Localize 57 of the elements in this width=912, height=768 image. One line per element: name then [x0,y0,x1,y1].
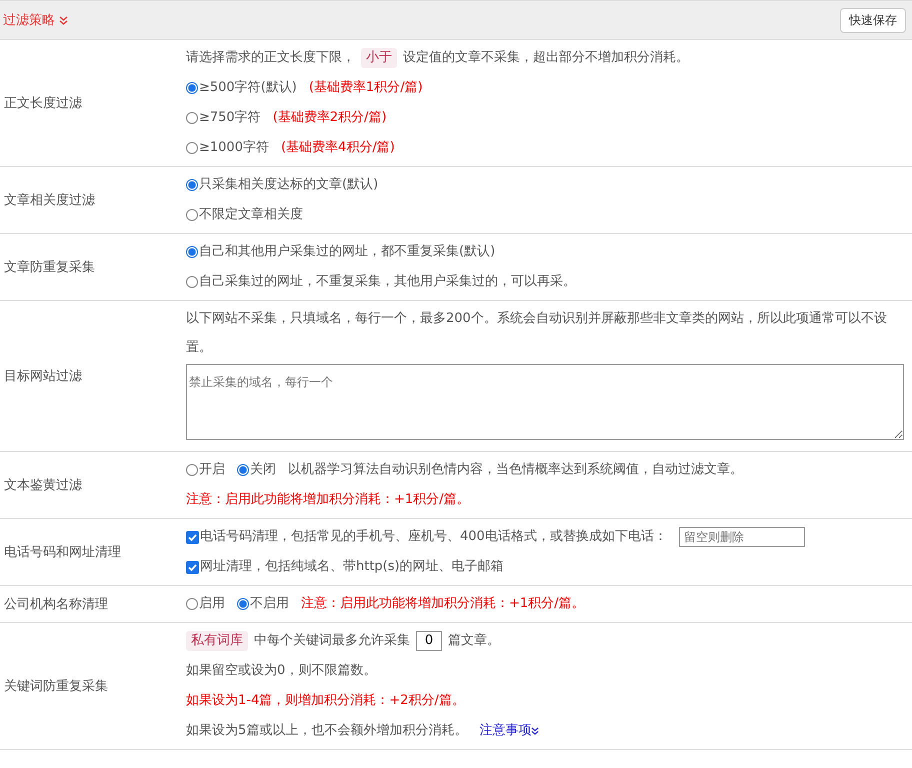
description-text: 以机器学习算法自动识别色情内容，当色情概率达到系统阈值，自动过滤文章。 [288,461,743,479]
radio-label[interactable]: ≥1000字符 [199,133,269,163]
description-text: 篇文章。 [448,632,500,650]
description-text: 设定值的文章不采集，超出部分不增加积分消耗。 [403,49,689,67]
row-label: 关键词防重复采集 [4,678,108,695]
description-text: 如果留空或设为0，则不限篇数。 [186,662,376,680]
radio-button[interactable] [186,112,198,124]
radio-label[interactable]: 自己采集过的网址，不重复采集，其他用户采集过的，可以再采。 [199,267,576,297]
section-title[interactable]: 过滤策略 [3,11,55,29]
radio-button[interactable] [186,179,198,191]
radio-button[interactable] [237,464,249,476]
quick-save-button[interactable]: 快速保存 [840,8,906,32]
radio-label[interactable]: 开启 [199,455,225,485]
row-label: 正文长度过滤 [4,95,82,112]
checkbox[interactable] [186,560,199,574]
row-label: 电话号码和网址清理 [4,544,121,561]
description-text: 以下网站不采集，只填域名，每行一个，最多200个。系统会自动识别并屏蔽那些非文章类的网站，所以此项通常可以不设置。 [186,310,888,357]
note-text: 注意：启用此功能将增加积分消耗：+1积分/篇。 [301,595,585,613]
note-text: (基础费率2积分/篇) [272,109,387,127]
description-text: 请选择需求的正文长度下限， [186,49,355,67]
description-text: 如果设为5篇或以上，也不会额外增加积分消耗。 [186,722,468,740]
keyword-tag: 小于 [361,48,397,68]
radio-button[interactable] [186,246,198,258]
count-input-field[interactable]: 0 [416,631,442,651]
radio-button[interactable] [186,276,198,288]
row-label: 目标网站过滤 [4,368,82,385]
row-label: 文章相关度过滤 [4,192,95,209]
checkbox[interactable] [186,530,199,544]
radio-label[interactable]: 只采集相关度达标的文章(默认) [199,170,378,200]
radio-button[interactable] [186,464,198,476]
checkbox-label[interactable]: 电话号码清理，包括常见的手机号、座机号、400电话格式，或替换成如下电话： [200,522,667,552]
row-label: 公司机构名称清理 [4,596,108,613]
radio-button[interactable] [186,142,198,154]
row-label: 文本鉴黄过滤 [4,477,82,494]
row-label: 文章防重复采集 [4,259,95,276]
radio-label[interactable]: 自己和其他用户采集过的网址，都不重复采集(默认) [199,237,496,267]
notice-link[interactable]: 注意事项 [479,716,532,746]
radio-label[interactable]: ≥750字符 [199,103,261,133]
note-text: (基础费率1积分/篇) [308,79,423,97]
note-text: 注意：启用此功能将增加积分消耗：+1积分/篇。 [186,491,470,509]
checkbox-label[interactable]: 网址清理，包括纯域名、带http(s)的网址、电子邮箱 [200,552,504,582]
domain-textarea[interactable]: 禁止采集的域名，每行一个 [186,364,904,440]
radio-label[interactable]: 启用 [199,589,225,619]
radio-label[interactable]: 不限定文章相关度 [199,200,303,230]
radio-label[interactable]: ≥500字符(默认) [199,73,297,103]
radio-label[interactable]: 不启用 [250,589,289,619]
description-text: 中每个关键词最多允许采集 [254,632,410,650]
radio-button[interactable] [237,598,249,610]
note-text: 如果设为1-4篇，则增加积分消耗：+2积分/篇。 [186,692,465,710]
radio-label[interactable]: 关闭 [250,455,276,485]
radio-button[interactable] [186,82,198,94]
keyword-tag: 私有词库 [186,631,248,651]
note-text: (基础费率4积分/篇) [280,139,395,157]
radio-button[interactable] [186,209,198,221]
phone-input-field[interactable]: 留空则删除 [678,527,805,547]
radio-button[interactable] [186,598,198,610]
double-chevron-icon[interactable] [531,727,540,735]
